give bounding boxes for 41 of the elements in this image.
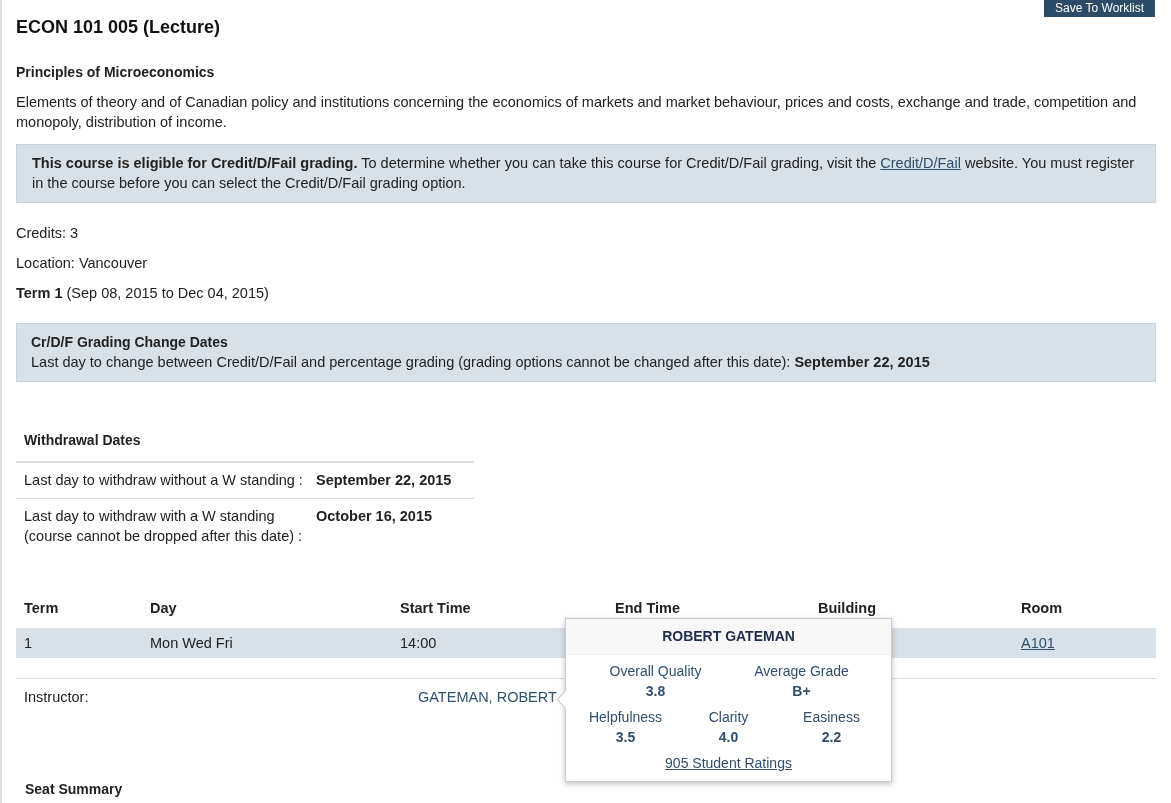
- table-cell-text: Mon Wed Fri: [150, 634, 233, 653]
- notice-text: This course is eligible for Credit/D/Fail grading. To determine whether you can take this course for Credit/D/Fail grading, visit the Credit/D/Fail website. You must register in the course before you can select the Credit/D/Fail grading option.: [32, 154, 1136, 193]
- instructor-link[interactable]: GATEMAN, ROBERT: [418, 687, 557, 707]
- credit-link[interactable]: Credit/D/Fail: [880, 155, 961, 171]
- course-title: ECON 101 005 (Lecture): [16, 17, 221, 37]
- deadline-date: October 16, 2015: [316, 507, 434, 526]
- column-header: Start Time: [400, 599, 472, 618]
- column-header: Day: [150, 599, 178, 618]
- rating-label: Overall Quality: [609, 662, 702, 681]
- rating-value: 3.8: [645, 682, 666, 701]
- section-title: Seat Summary: [25, 780, 123, 799]
- table-cell-text: 14:00: [400, 634, 437, 653]
- detail-text: Location: Vancouver: [16, 254, 149, 273]
- rating-label: Average Grade: [754, 662, 849, 681]
- column-header: Term: [24, 599, 60, 618]
- column-header: Building: [818, 599, 877, 618]
- column-header: End Time: [615, 599, 681, 618]
- grading-text: Last day to change between Credit/D/Fail and percentage grading (grading options cannot be changed after this date): September 22, 2015: [31, 353, 931, 372]
- column-header: Room: [1021, 599, 1064, 618]
- rating-value: 3.5: [615, 728, 636, 747]
- table-cell-text: 1: [24, 634, 33, 653]
- course-description: Elements of theory and of Canadian policy and institutions concerning the economics of markets and market behaviour, prices and costs, exchange and trade, competition and monopoly, distribution of income.: [16, 93, 1138, 132]
- save-to-worklist-button[interactable]: Save To Worklist: [1044, 0, 1155, 17]
- instructor-label: Instructor:: [24, 688, 90, 707]
- detail-text: Term 1 (Sep 08, 2015 to Dec 04, 2015): [16, 284, 270, 303]
- rating-label: Helpfulness: [588, 708, 663, 727]
- section-title: Withdrawal Dates: [16, 430, 474, 463]
- instructor-name: ROBERT GATEMAN: [566, 619, 891, 655]
- ratings-link[interactable]: 905 Student Ratings: [665, 753, 792, 773]
- deadline-label: Last day to withdraw without a W standing :: [24, 471, 304, 490]
- deadline-date: September 22, 2015: [316, 471, 453, 490]
- detail-text: Credits: 3: [16, 224, 80, 243]
- course-name: Principles of Microeconomics: [16, 63, 216, 82]
- panel-title: Cr/D/F Grading Change Dates: [31, 333, 229, 352]
- rating-value: B+: [792, 682, 811, 701]
- room-link[interactable]: A101: [1021, 633, 1055, 653]
- deadline-label: Last day to withdraw with a W standing (course cannot be dropped after this date) :: [24, 507, 304, 546]
- rating-label: Easiness: [803, 708, 860, 727]
- rating-label: Clarity: [708, 708, 749, 727]
- rating-value: 4.0: [718, 728, 739, 747]
- rating-value: 2.2: [821, 728, 842, 747]
